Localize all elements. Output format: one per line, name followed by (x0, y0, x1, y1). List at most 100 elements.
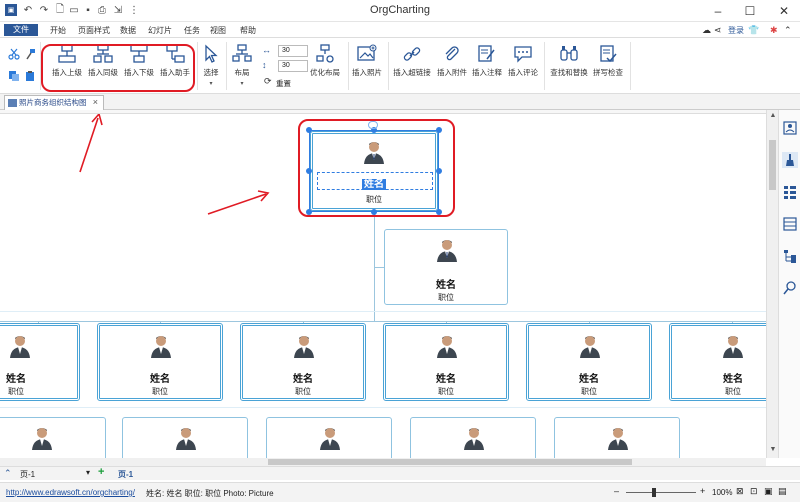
shirt-icon[interactable]: 👕 (748, 25, 759, 36)
copy-icon[interactable] (8, 70, 20, 82)
horizontal-scroll-thumb[interactable] (268, 459, 632, 465)
subordinate-position-text[interactable]: 职位 (0, 386, 55, 397)
optimize-layout-button[interactable]: 优化布局 (308, 44, 342, 88)
subordinate-name-text[interactable]: 姓名 (0, 370, 55, 385)
org-card-partial[interactable] (554, 417, 680, 458)
fullscreen-icon[interactable]: ▣ (764, 486, 773, 497)
insert-photo-button[interactable]: 插入照片 (350, 44, 384, 88)
subordinate-name-text[interactable]: 姓名 (386, 370, 506, 385)
zoom-slider[interactable] (626, 492, 696, 493)
menu-page-style[interactable]: 页面样式 (78, 25, 110, 36)
select-button[interactable]: 选择 ▾ (199, 44, 223, 88)
cut-icon[interactable] (8, 48, 20, 60)
assistant-name-text[interactable]: 姓名 (385, 276, 507, 291)
assistant-position-text[interactable]: 职位 (385, 292, 507, 303)
drawing-canvas[interactable]: 姓名 职位 姓名 职位 姓名 职位 姓名 职位 姓名 职位 姓名 职位 姓名 职… (0, 110, 766, 458)
list-icon[interactable] (782, 184, 798, 200)
reset-icon[interactable]: ⟳ (264, 76, 272, 87)
subordinate-name-text[interactable]: 姓名 (529, 370, 649, 385)
insert-attachment-button[interactable]: 插入附件 (434, 44, 470, 88)
presentation-icon[interactable]: ▤ (778, 486, 787, 497)
redo-icon[interactable]: ↷ (38, 4, 50, 16)
page-menu-icon[interactable]: ⌃ (4, 468, 12, 479)
org-card-subordinate[interactable]: 姓名 职位 (240, 323, 366, 401)
insert-comment-button[interactable]: 插入评论 (506, 44, 540, 88)
close-window-button[interactable]: ✕ (770, 2, 798, 20)
paste-icon[interactable] (24, 70, 36, 82)
maximize-button[interactable]: ☐ (736, 2, 764, 20)
subordinate-position-text[interactable]: 职位 (100, 386, 220, 397)
cloud-icon[interactable]: ☁ (702, 25, 711, 36)
subordinate-position-text[interactable]: 职位 (243, 386, 363, 397)
subordinate-position-text[interactable]: 职位 (386, 386, 506, 397)
quick-access-more-icon[interactable]: ⋮ (128, 4, 140, 16)
menu-view[interactable]: 视图 (210, 25, 226, 36)
minimize-button[interactable]: – (704, 2, 732, 20)
org-card-partial[interactable] (122, 417, 248, 458)
page-tab-active[interactable]: 页-1 (118, 469, 133, 480)
menu-tasks[interactable]: 任务 (184, 25, 200, 36)
fit-width-icon[interactable]: ⊡ (750, 486, 758, 497)
save-icon[interactable]: ▪ (82, 4, 94, 16)
insert-link-button[interactable]: 插入超链接 (392, 44, 432, 88)
horizontal-scrollbar[interactable] (0, 458, 766, 466)
menu-slides[interactable]: 幻灯片 (148, 25, 172, 36)
menu-file[interactable]: 文件 (4, 24, 38, 36)
layout-button[interactable]: 布局 ▾ (230, 44, 254, 88)
horizontal-spacing-input[interactable]: 30 (278, 45, 308, 57)
vertical-scroll-thumb[interactable] (769, 140, 776, 190)
vertical-scrollbar[interactable]: ▲ ▼ (766, 110, 778, 458)
spell-check-button[interactable]: 拼写检查 (590, 44, 626, 88)
print-icon[interactable]: ⎙ (96, 4, 108, 16)
org-card-partial[interactable] (410, 417, 536, 458)
open-folder-icon[interactable]: ▭ (68, 4, 80, 16)
reset-label[interactable]: 重置 (276, 78, 291, 89)
org-card-subordinate[interactable]: 姓名 职位 (97, 323, 223, 401)
menu-home[interactable]: 开始 (50, 25, 66, 36)
ribbon-collapse-icon[interactable]: ⌃ (784, 25, 792, 36)
org-tree-icon[interactable] (782, 248, 798, 264)
add-page-button[interactable]: + (98, 466, 104, 478)
insert-note-button[interactable]: 插入注释 (470, 44, 504, 88)
search-panel-icon[interactable] (782, 280, 798, 296)
org-card-partial[interactable] (266, 417, 392, 458)
close-tab-icon[interactable]: × (93, 96, 98, 109)
page-selector[interactable]: 页-1 (20, 469, 35, 480)
subordinate-name-text[interactable]: 姓名 (681, 370, 766, 385)
share-icon[interactable]: ⋖ (714, 25, 722, 36)
website-link[interactable]: http://www.edrawsoft.cn/orgcharting/ (6, 488, 135, 497)
find-replace-button[interactable]: 查找和替换 (548, 44, 590, 88)
zoom-out-icon[interactable]: – (614, 486, 619, 496)
org-card-subordinate[interactable]: 姓名 职位 (0, 323, 80, 401)
vertical-spacing-input[interactable]: 30 (278, 60, 308, 72)
color-settings-icon[interactable]: ✱ (770, 25, 778, 36)
scroll-up-icon[interactable]: ▲ (769, 112, 777, 119)
subordinate-position-text[interactable]: 职位 (529, 386, 649, 397)
menu-help[interactable]: 帮助 (240, 25, 256, 36)
select-dropdown-icon[interactable]: ▾ (209, 80, 212, 87)
scroll-down-icon[interactable]: ▼ (769, 446, 777, 453)
org-card-partial[interactable] (0, 417, 106, 458)
org-card-assistant[interactable]: 姓名 职位 (384, 229, 508, 305)
menu-data[interactable]: 数据 (120, 25, 136, 36)
document-tab[interactable]: 照片商务组织结构图 × (4, 95, 104, 110)
fill-bucket-icon[interactable] (782, 152, 798, 168)
org-card-subordinate[interactable]: 姓名 职位 (383, 323, 509, 401)
new-file-icon[interactable]: 🗋 (54, 4, 66, 16)
export-icon[interactable]: ⇲ (112, 4, 124, 16)
layout-dropdown-icon[interactable]: ▾ (240, 80, 243, 87)
data-panel-icon[interactable] (782, 216, 798, 232)
properties-icon[interactable] (782, 120, 798, 136)
subordinate-name-text[interactable]: 姓名 (100, 370, 220, 385)
subordinate-position-text[interactable]: 职位 (681, 386, 766, 397)
undo-icon[interactable]: ↶ (22, 4, 34, 16)
subordinate-name-text[interactable]: 姓名 (243, 370, 363, 385)
format-painter-icon[interactable] (24, 48, 36, 60)
zoom-slider-thumb[interactable] (652, 488, 656, 497)
page-dropdown-icon[interactable]: ▾ (86, 468, 90, 477)
login-link[interactable]: 登录 (728, 25, 744, 36)
org-card-subordinate[interactable]: 姓名 职位 (526, 323, 652, 401)
zoom-in-icon[interactable]: + (700, 486, 705, 496)
fit-page-icon[interactable]: ⊠ (736, 486, 744, 497)
org-card-subordinate[interactable]: 姓名 职位 (669, 323, 766, 401)
